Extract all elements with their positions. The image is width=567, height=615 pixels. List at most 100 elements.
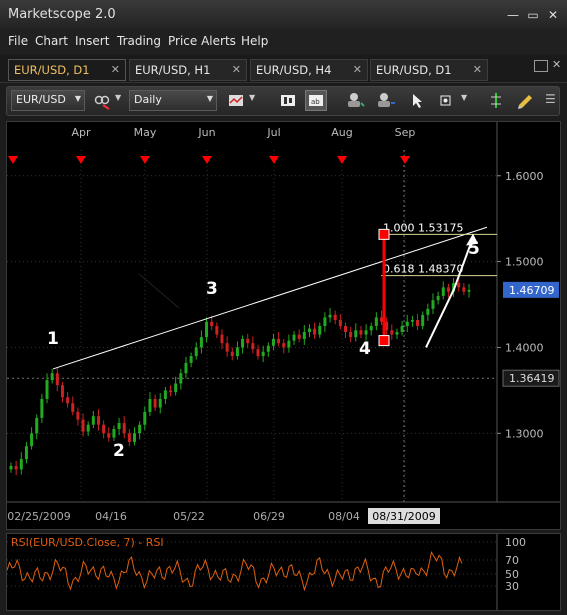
more-icon[interactable]: ☰ [545, 92, 556, 106]
restore-button[interactable]: ▭ [526, 8, 540, 22]
menu-file[interactable]: File [8, 34, 28, 48]
price-tick-label: 1.6000 [505, 170, 544, 183]
menu-insert[interactable]: Insert [75, 34, 109, 48]
candle-body [405, 321, 409, 326]
chart-type-icon[interactable] [225, 90, 247, 111]
fib-anchor-top [378, 228, 390, 240]
close-icon[interactable]: ✕ [473, 63, 482, 76]
candle-bars-icon[interactable] [277, 90, 299, 111]
scale-icon[interactable] [485, 90, 507, 111]
crosshair-dropdown-icon[interactable]: ▼ [461, 93, 467, 102]
rsi-level-label: 100 [505, 536, 526, 549]
price-tick-label: 1.3000 [505, 427, 544, 440]
candle-body [302, 332, 306, 339]
chart-canvas: Apr May Jun Jul Aug Sep 1.000 1.53175 0.618 1.… [7, 122, 560, 524]
ae-bars-icon[interactable]: ab [305, 90, 327, 111]
menu-trading[interactable]: Trading [117, 34, 161, 48]
candle-body [71, 403, 75, 412]
crosshair-icon[interactable] [435, 90, 457, 111]
zoom-out-icon[interactable] [375, 90, 397, 111]
candle-body [416, 319, 420, 326]
candle-body [50, 373, 54, 381]
menu-bar: File Chart Insert Trading Price Alerts H… [0, 30, 567, 54]
candle-body [30, 433, 34, 447]
close-icon[interactable]: ✕ [111, 63, 120, 76]
candle-body [60, 385, 64, 398]
close-tabs-icon[interactable]: ✕ [552, 58, 561, 71]
month-label: Sep [395, 126, 416, 139]
crosshair-date-label: 08/31/2009 [372, 510, 435, 523]
candle-body [441, 287, 445, 296]
candle-body [133, 433, 137, 442]
date-label: 06/29 [253, 510, 285, 523]
rsi-level-label: 70 [505, 554, 519, 567]
link-icon[interactable] [91, 90, 113, 111]
close-icon[interactable]: ✕ [232, 63, 241, 76]
symbol-select[interactable]: EUR/USD ▼ [11, 90, 85, 111]
month-label: Jun [197, 126, 215, 139]
candle-body [277, 338, 281, 344]
period-value: Daily [134, 93, 162, 106]
candle-body [112, 429, 116, 438]
month-label: May [134, 126, 157, 139]
minimize-button[interactable]: — [506, 8, 520, 22]
tab-eurusd-d1-2[interactable]: EUR/USD, D1 ✕ [370, 59, 488, 81]
candle-body [169, 390, 173, 393]
wave5-arrow [425, 237, 474, 348]
candle-body [230, 351, 234, 357]
fib-label-1000: 1.000 1.53175 [383, 221, 463, 234]
restore-tabs-icon[interactable] [534, 60, 548, 72]
period-select[interactable]: Daily ▼ [129, 90, 217, 111]
candle-body [410, 319, 414, 322]
candle-body [210, 321, 214, 326]
rsi-line [6, 550, 463, 592]
candle-body [225, 343, 229, 352]
menu-price-alerts[interactable]: Price Alerts [168, 34, 236, 48]
candle-body [40, 398, 44, 418]
candle-body [349, 332, 353, 338]
menu-chart[interactable]: Chart [35, 34, 68, 48]
candle-body [55, 373, 59, 386]
candle-body [205, 321, 209, 338]
zoom-in-icon[interactable] [345, 90, 367, 111]
candle-body [107, 433, 111, 438]
wave-label-3: 3 [206, 279, 218, 299]
symbol-value: EUR/USD [16, 93, 66, 106]
close-button[interactable]: ✕ [546, 8, 560, 22]
candle-body [19, 459, 23, 470]
chart-type-dropdown-icon[interactable]: ▼ [249, 93, 255, 102]
month-label: Jul [266, 126, 280, 139]
candle-body [431, 300, 435, 309]
cursor-icon[interactable] [405, 90, 427, 111]
menu-help[interactable]: Help [241, 34, 268, 48]
svg-text:ab: ab [311, 98, 320, 106]
date-label: 04/16 [95, 510, 127, 523]
candle-body [307, 328, 311, 333]
title-bar: Marketscope 2.0 — ▭ ✕ [0, 0, 567, 31]
candle-body [153, 398, 157, 408]
rsi-level-label: 30 [505, 580, 519, 593]
candle-body [271, 338, 275, 346]
month-label: Apr [71, 126, 91, 139]
tab-label: EUR/USD, D1 [14, 63, 90, 77]
candle-body [117, 423, 121, 430]
chart-toolbar: EUR/USD ▼ ▼ Daily ▼ ▼ ab ▼ ☰ [6, 86, 560, 116]
candle-body [235, 347, 239, 357]
candle-body [313, 328, 317, 335]
candle-body [184, 362, 188, 374]
candle-body [251, 343, 255, 350]
tab-eurusd-d1[interactable]: EUR/USD, D1 ✕ [8, 59, 126, 81]
period-marker [337, 156, 347, 164]
candle-body [138, 424, 142, 434]
month-label: Aug [331, 126, 352, 139]
candle-body [241, 338, 245, 348]
link-dropdown-icon[interactable]: ▼ [115, 93, 121, 102]
close-icon[interactable]: ✕ [353, 63, 362, 76]
candle-body [446, 287, 450, 292]
price-chart[interactable]: Apr May Jun Jul Aug Sep 1.000 1.53175 0.618 1.… [6, 121, 561, 530]
tab-eurusd-h4[interactable]: EUR/USD, H4 ✕ [250, 59, 368, 81]
pencil-icon[interactable] [515, 90, 537, 111]
candle-body [127, 433, 131, 442]
tab-eurusd-h1[interactable]: EUR/USD, H1 ✕ [129, 59, 247, 81]
rsi-panel[interactable]: RSI(EUR/USD.Close, 7) - RSI 100 70 50 30 [6, 533, 561, 611]
